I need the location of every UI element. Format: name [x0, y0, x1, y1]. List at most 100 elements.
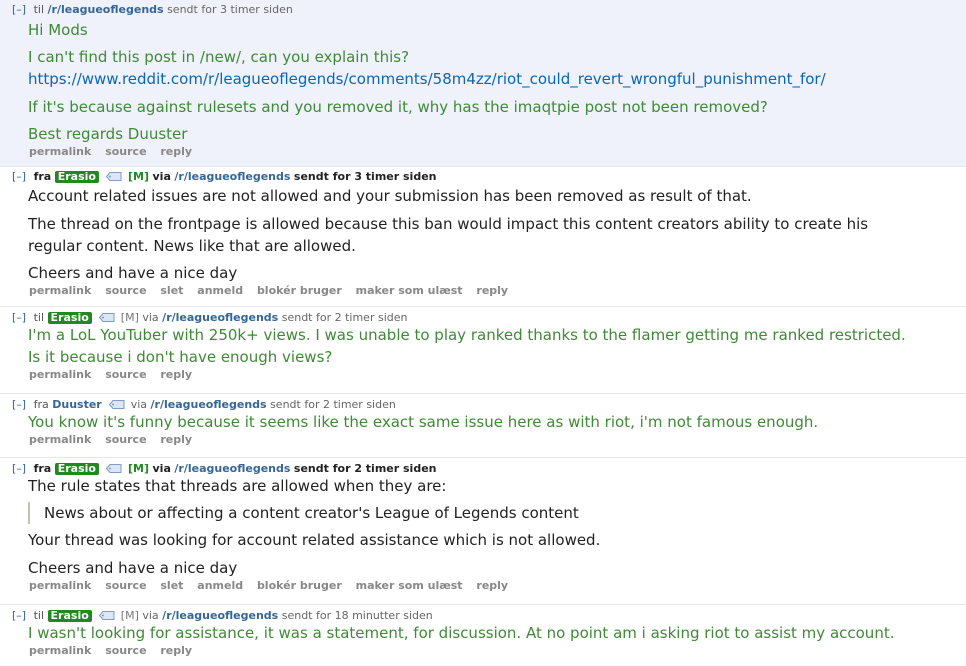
paragraph: regular content. News like that are allo…: [28, 237, 356, 255]
collapse-toggle[interactable]: [–]: [12, 311, 26, 324]
source-button[interactable]: source: [105, 368, 146, 381]
permalink-button[interactable]: permalink: [29, 644, 91, 657]
mark-unread-button[interactable]: maker som ulæst: [356, 284, 463, 297]
message-tagline: [–] fra Erasio [M] via /r/leagueoflegend…: [0, 167, 966, 183]
author-badge[interactable]: Erasio: [54, 171, 99, 183]
message-body: I'm a LoL YouTuber with 250k+ views. I w…: [0, 324, 966, 368]
via-label: via: [142, 311, 159, 324]
paragraph: I can't find this post in /new/, can you…: [28, 48, 410, 66]
reply-button[interactable]: reply: [160, 368, 192, 381]
source-button[interactable]: source: [105, 644, 146, 657]
subreddit-link[interactable]: /r/leagueoflegends: [174, 462, 290, 475]
message-tagline: [–] til Erasio [M] via /r/leagueoflegend…: [0, 307, 966, 324]
message-buttons: permalink source slet anmeld blokér brug…: [0, 579, 966, 593]
via-label: via: [142, 609, 159, 622]
message: [–] fra Erasio [M] via /r/leagueoflegend…: [0, 167, 966, 307]
direction-label: fra: [33, 170, 52, 183]
tag-icon[interactable]: [106, 464, 122, 473]
report-button[interactable]: anmeld: [197, 284, 243, 297]
moderator-mark: [M]: [127, 462, 149, 475]
direction-label: til: [33, 3, 45, 16]
paragraph: The thread on the frontpage is allowed b…: [28, 215, 869, 233]
tag-icon[interactable]: [99, 611, 115, 620]
moderator-mark: [M]: [120, 609, 139, 622]
direction-label: fra: [33, 398, 49, 411]
message-tagline: [–] til Erasio [M] via /r/leagueoflegend…: [0, 605, 966, 622]
paragraph: You know it's funny because it seems lik…: [28, 413, 819, 431]
paragraph: I'm a LoL YouTuber with 250k+ views. I w…: [28, 326, 906, 344]
message-buttons: permalink source reply: [0, 368, 966, 382]
collapse-toggle[interactable]: [–]: [12, 462, 26, 475]
subreddit-link[interactable]: /r/leagueoflegends: [174, 170, 290, 183]
source-button[interactable]: source: [105, 145, 146, 158]
author-badge[interactable]: Erasio: [47, 312, 92, 324]
reply-button[interactable]: reply: [160, 644, 192, 657]
collapse-toggle[interactable]: [–]: [12, 398, 26, 411]
paragraph: The rule states that threads are allowed…: [28, 477, 447, 495]
collapse-toggle[interactable]: [–]: [12, 609, 26, 622]
permalink-button[interactable]: permalink: [29, 579, 91, 592]
permalink-button[interactable]: permalink: [29, 433, 91, 446]
paragraph: Cheers and have a nice day: [28, 559, 238, 577]
timestamp: sendt for 3 timer siden: [167, 3, 293, 16]
blockquote: News about or affecting a content creato…: [28, 502, 966, 524]
subreddit-link[interactable]: /r/leagueoflegends: [48, 3, 164, 16]
report-button[interactable]: anmeld: [197, 579, 243, 592]
tag-icon[interactable]: [106, 172, 122, 181]
paragraph: Cheers and have a nice day: [28, 264, 238, 282]
collapse-toggle[interactable]: [–]: [12, 170, 26, 183]
delete-button[interactable]: slet: [160, 579, 183, 592]
message: [–] til Erasio [M] via /r/leagueoflegend…: [0, 605, 966, 666]
subreddit-link[interactable]: /r/leagueoflegends: [151, 398, 267, 411]
block-user-button[interactable]: blokér bruger: [257, 284, 342, 297]
direction-label: fra: [33, 462, 52, 475]
paragraph: Account related issues are not allowed a…: [28, 187, 752, 205]
author-badge[interactable]: Erasio: [47, 610, 92, 622]
direction-label: til: [33, 311, 45, 324]
message-body: Account related issues are not allowed a…: [0, 183, 966, 284]
reply-button[interactable]: reply: [160, 145, 192, 158]
message-body: Hi Mods I can't find this post in /new/,…: [0, 16, 966, 145]
message-buttons: permalink source reply: [0, 433, 966, 447]
reply-button[interactable]: reply: [476, 284, 508, 297]
message-buttons: permalink source slet anmeld blokér brug…: [0, 284, 966, 298]
timestamp: sendt for 2 timer siden: [293, 462, 437, 475]
source-button[interactable]: source: [105, 579, 146, 592]
via-label: via: [152, 170, 171, 183]
subreddit-link[interactable]: /r/leagueoflegends: [162, 609, 278, 622]
subreddit-link[interactable]: /r/leagueoflegends: [162, 311, 278, 324]
reply-button[interactable]: reply: [160, 433, 192, 446]
author-link[interactable]: Duuster: [52, 398, 101, 411]
timestamp: sendt for 18 minutter siden: [281, 609, 433, 622]
message-buttons: permalink source reply: [0, 644, 966, 658]
collapse-toggle[interactable]: [–]: [12, 3, 26, 16]
source-button[interactable]: source: [105, 433, 146, 446]
author-badge[interactable]: Erasio: [54, 463, 99, 475]
permalink-button[interactable]: permalink: [29, 145, 91, 158]
timestamp: sendt for 2 timer siden: [281, 311, 408, 324]
block-user-button[interactable]: blokér bruger: [257, 579, 342, 592]
moderator-mark: [M]: [120, 311, 139, 324]
permalink-button[interactable]: permalink: [29, 368, 91, 381]
reply-button[interactable]: reply: [476, 579, 508, 592]
message-tagline: [–] til /r/leagueoflegends sendt for 3 t…: [0, 0, 966, 16]
via-label: via: [130, 398, 148, 411]
source-button[interactable]: source: [105, 284, 146, 297]
timestamp: sendt for 2 timer siden: [270, 398, 396, 411]
mark-unread-button[interactable]: maker som ulæst: [356, 579, 463, 592]
message: [–] fra Duuster via /r/leagueoflegends s…: [0, 394, 966, 458]
paragraph: I wasn't looking for assistance, it was …: [28, 624, 895, 642]
thread-link[interactable]: https://www.reddit.com/r/leagueoflegends…: [28, 70, 826, 88]
tag-icon[interactable]: [109, 400, 125, 409]
paragraph: Is it because i don't have enough views?: [28, 348, 333, 366]
tag-icon[interactable]: [99, 313, 115, 322]
message: [–] til /r/leagueoflegends sendt for 3 t…: [0, 0, 966, 167]
delete-button[interactable]: slet: [160, 284, 183, 297]
message-body: I wasn't looking for assistance, it was …: [0, 622, 966, 644]
message-buttons: permalink source reply: [0, 145, 966, 159]
message-tagline: [–] fra Duuster via /r/leagueoflegends s…: [0, 394, 966, 411]
message: [–] til Erasio [M] via /r/leagueoflegend…: [0, 307, 966, 394]
paragraph: Hi Mods: [28, 21, 88, 39]
permalink-button[interactable]: permalink: [29, 284, 91, 297]
message-body: You know it's funny because it seems lik…: [0, 411, 966, 433]
